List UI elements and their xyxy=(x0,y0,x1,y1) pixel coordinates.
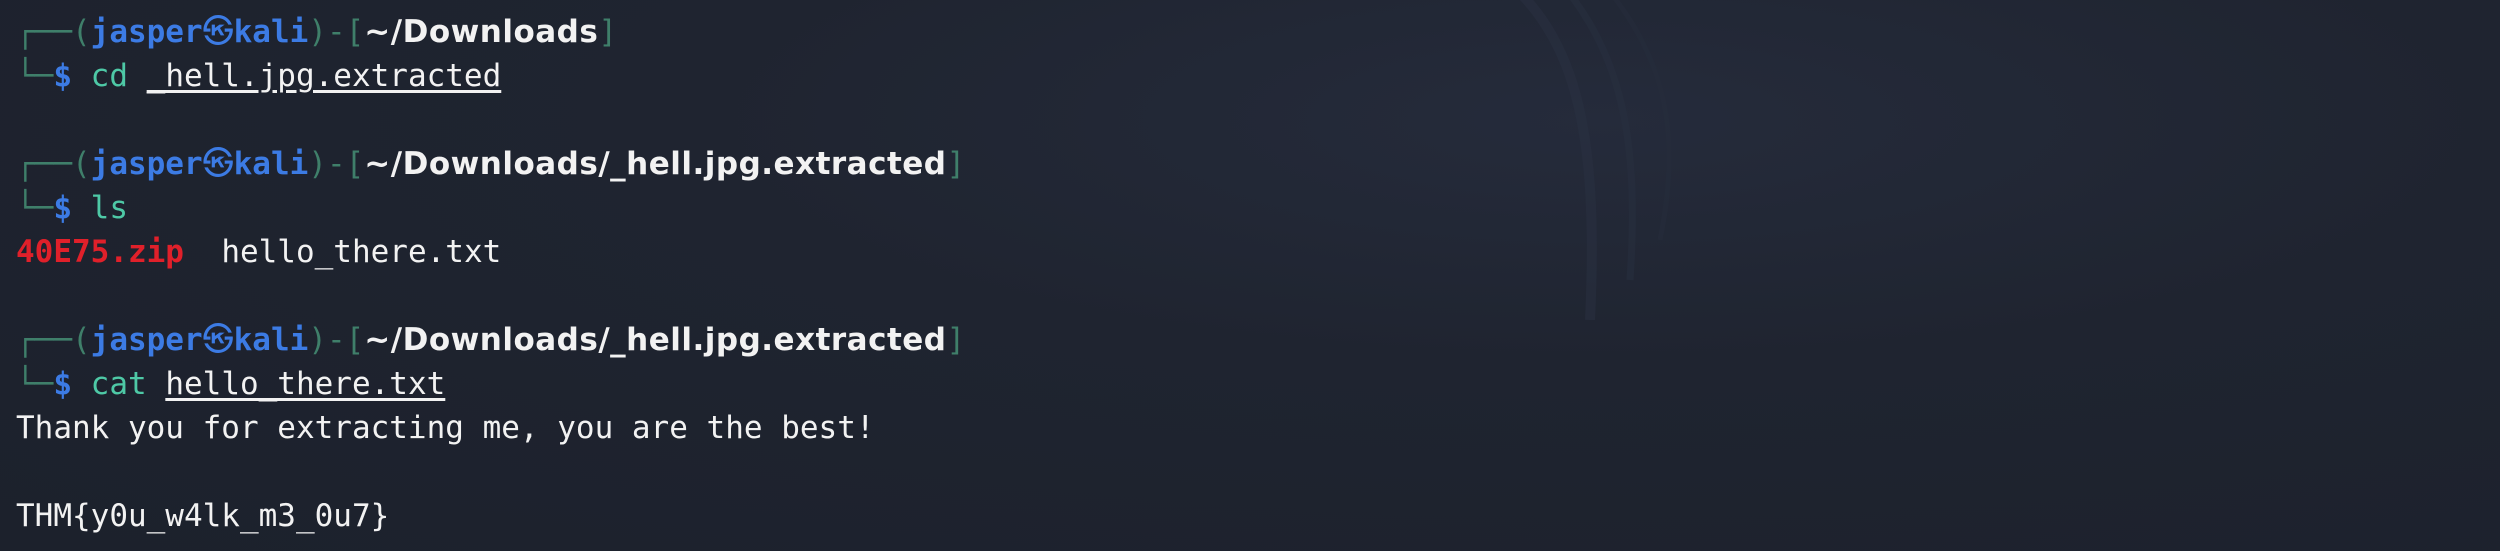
prompt-host: kali xyxy=(233,146,309,182)
prompt-frame-right: ] xyxy=(946,322,966,358)
prompt-at-symbol: ㉿ xyxy=(202,322,234,358)
prompt-frame-bottom: └─ xyxy=(16,58,54,94)
zip-file-entry: 40E75.zip xyxy=(16,234,184,270)
prompt-header: ┌──(jasper㉿kali)-[~/Downloads/_hell.jpg.… xyxy=(16,318,965,362)
prompt-frame-mid: )-[ xyxy=(308,146,365,182)
prompt-host: kali xyxy=(233,322,309,358)
prompt-host: kali xyxy=(233,14,309,50)
cat-output-line: Thank you for extracting me, you are the… xyxy=(16,410,875,446)
prompt-frame-left: ┌──( xyxy=(16,14,91,50)
text-file-entry: hello_there.txt xyxy=(221,234,502,270)
command-line: └─$ cd _hell.jpg.extracted xyxy=(16,54,965,98)
prompt-frame-right: ] xyxy=(598,14,617,50)
prompt-user: jasper xyxy=(90,322,203,358)
prompt-path: ~/Downloads xyxy=(364,14,599,50)
kali-dragon-watermark xyxy=(1519,0,1672,320)
prompt-frame-right: ] xyxy=(946,146,966,182)
prompt-frame-bottom: └─ xyxy=(16,190,54,226)
prompt-dollar: $ xyxy=(53,58,91,94)
command-name: cat xyxy=(90,366,147,402)
prompt-frame-mid: )-[ xyxy=(308,322,365,358)
prompt-user: jasper xyxy=(90,14,203,50)
prompt-dollar: $ xyxy=(53,190,91,226)
prompt-header: ┌──(jasper㉿kali)-[~/Downloads] xyxy=(16,10,965,54)
command-argument: _hell.jpg.extracted xyxy=(146,58,502,94)
command-name: ls xyxy=(90,190,128,226)
command-line: └─$ cat hello_there.txt xyxy=(16,362,965,406)
prompt-user: jasper xyxy=(90,146,203,182)
command-line: └─$ ls xyxy=(16,186,965,230)
prompt-frame-bottom: └─ xyxy=(16,366,54,402)
prompt-frame-left: ┌──( xyxy=(16,322,91,358)
prompt-at-symbol: ㉿ xyxy=(202,14,234,50)
prompt-header: ┌──(jasper㉿kali)-[~/Downloads/_hell.jpg.… xyxy=(16,142,965,186)
terminal-window[interactable]: ┌──(jasper㉿kali)-[~/Downloads] └─$ cd _h… xyxy=(0,0,2500,551)
terminal-output: ┌──(jasper㉿kali)-[~/Downloads] └─$ cd _h… xyxy=(16,10,965,538)
flag-line: THM{y0u_w4lk_m3_0u7} xyxy=(16,498,390,534)
command-argument: hello_there.txt xyxy=(165,366,446,402)
prompt-path: ~/Downloads/_hell.jpg.extracted xyxy=(364,322,947,358)
prompt-frame-left: ┌──( xyxy=(16,146,91,182)
command-name: cd xyxy=(90,58,128,94)
ls-output: 40E75.zip hello_there.txt xyxy=(16,230,965,274)
cat-output-blank xyxy=(16,450,965,494)
prompt-dollar: $ xyxy=(53,366,91,402)
prompt-frame-mid: )-[ xyxy=(308,14,365,50)
prompt-path: ~/Downloads/_hell.jpg.extracted xyxy=(364,146,947,182)
prompt-at-symbol: ㉿ xyxy=(202,146,234,182)
